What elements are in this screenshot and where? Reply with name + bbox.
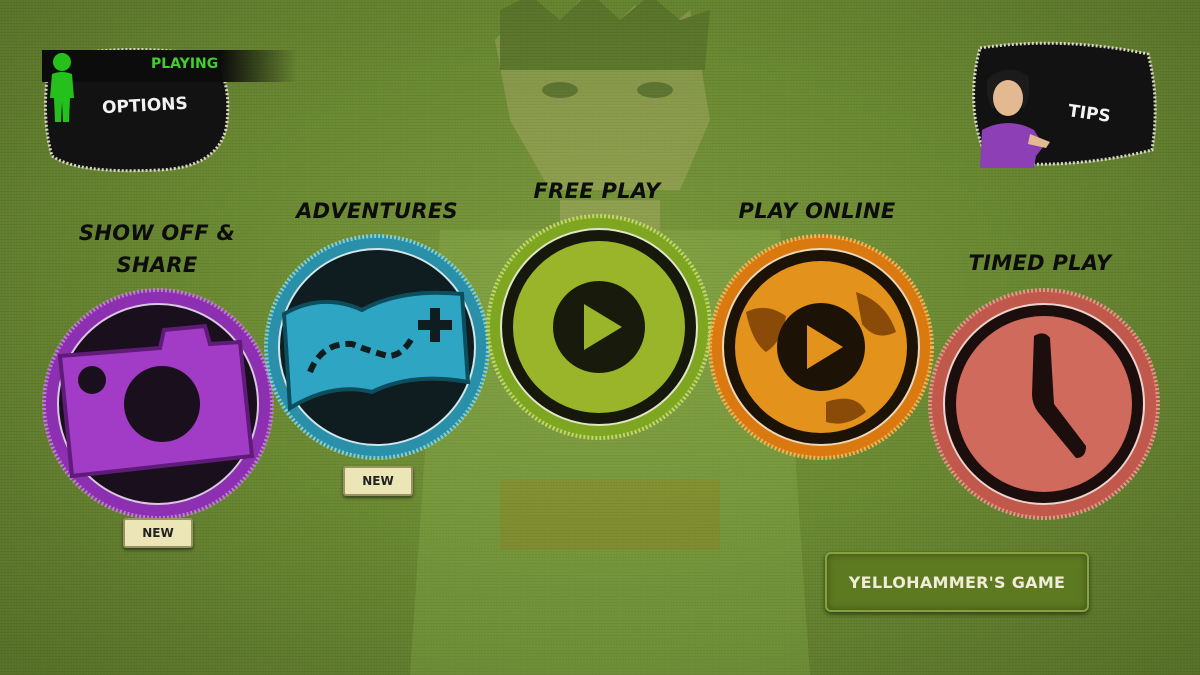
timed-play-button[interactable] — [926, 286, 1162, 522]
yellohammers-game-button[interactable]: YELLOHAMMER'S GAME — [825, 552, 1089, 612]
adventures-label: ADVENTURES — [296, 199, 458, 223]
timed-play-label: TIMED PLAY — [968, 251, 1112, 275]
play-icon — [553, 281, 645, 373]
yellohammers-game-label: YELLOHAMMER'S GAME — [848, 572, 1066, 592]
show-off-share-button[interactable] — [40, 286, 276, 522]
tips-button[interactable]: TIPS — [962, 38, 1162, 172]
free-play-button[interactable] — [484, 212, 714, 442]
playing-status-label: PLAYING — [151, 56, 219, 72]
avatar-status-icon — [50, 53, 74, 122]
adventures-button[interactable] — [262, 232, 492, 462]
options-button[interactable]: PLAYING OPTIONS — [38, 44, 297, 174]
tips-character-icon — [980, 69, 1050, 168]
play-online-button[interactable] — [706, 232, 936, 462]
adventures-new-tag: NEW — [343, 466, 413, 496]
play-online-label: PLAY ONLINE — [738, 199, 896, 223]
show-off-share-label: SHOW OFF & SHARE — [78, 221, 236, 277]
free-play-label: FREE PLAY — [533, 179, 661, 203]
show-off-share-new-tag: NEW — [123, 518, 193, 548]
